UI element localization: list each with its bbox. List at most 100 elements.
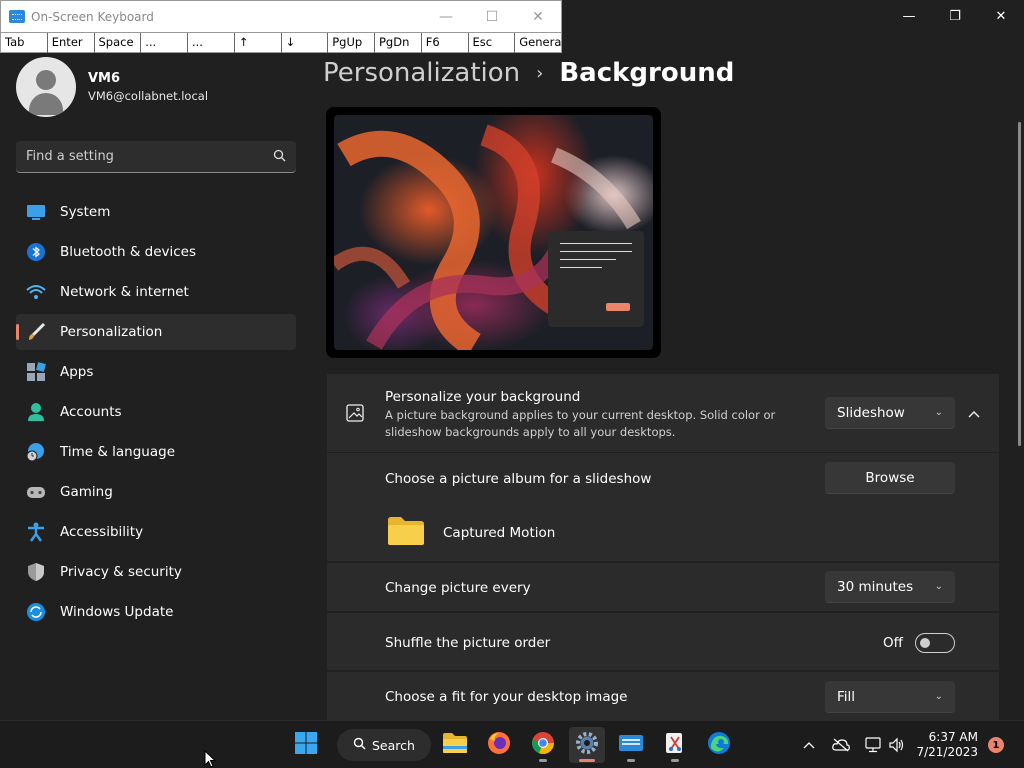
search-icon[interactable] bbox=[273, 147, 286, 166]
apps-icon bbox=[26, 362, 46, 382]
on-screen-keyboard-window: On-Screen Keyboard — ☐ ✕ Tab Enter Space… bbox=[0, 0, 562, 53]
sidebar-item-label: Time & language bbox=[60, 444, 176, 460]
search-input[interactable] bbox=[26, 149, 273, 164]
minimize-button[interactable]: — bbox=[886, 0, 932, 32]
osk-key-f6[interactable]: F6 bbox=[422, 33, 469, 53]
mouse-cursor-icon bbox=[204, 749, 217, 768]
personalize-background-card: Personalize your background A picture ba… bbox=[327, 374, 999, 452]
chrome-button[interactable] bbox=[525, 727, 561, 763]
profile-name: VM6 bbox=[88, 71, 121, 86]
user-profile[interactable]: VM6 VM6@collabnet.local bbox=[16, 57, 208, 117]
dropdown-value: Fill bbox=[837, 688, 856, 705]
sidebar-item-label: Apps bbox=[60, 364, 94, 380]
sidebar-item-network[interactable]: Network & internet bbox=[16, 274, 296, 310]
osk-key-prediction-2[interactable]: ... bbox=[188, 33, 235, 53]
cloud-offline-icon[interactable] bbox=[830, 721, 852, 768]
dropdown-value: Slideshow bbox=[837, 404, 905, 421]
slideshow-album-card: Choose a picture album for a slideshow B… bbox=[327, 453, 999, 561]
close-button[interactable]: ✕ bbox=[978, 0, 1024, 32]
browse-button[interactable]: Browse bbox=[825, 462, 955, 494]
sidebar-item-accounts[interactable]: Accounts bbox=[16, 394, 296, 430]
breadcrumb-parent[interactable]: Personalization bbox=[323, 58, 520, 88]
chevron-up-icon[interactable] bbox=[798, 721, 820, 768]
desktop-fit-card: Choose a fit for your desktop image Fill… bbox=[327, 672, 999, 720]
fit-label: Choose a fit for your desktop image bbox=[385, 689, 628, 705]
osk-key-pgdn[interactable]: PgDn bbox=[375, 33, 422, 53]
osk-maximize-button[interactable]: ☐ bbox=[469, 9, 515, 25]
sidebar-item-apps[interactable]: Apps bbox=[16, 354, 296, 390]
chevron-up-icon[interactable] bbox=[967, 404, 981, 423]
restore-button[interactable]: ❐ bbox=[932, 0, 978, 32]
settings-app-button[interactable] bbox=[569, 727, 605, 763]
profile-email: VM6@collabnet.local bbox=[88, 89, 209, 103]
gamepad-icon bbox=[26, 482, 46, 502]
sidebar-item-label: Windows Update bbox=[60, 604, 174, 620]
osk-key-down[interactable]: ↓ bbox=[282, 33, 329, 53]
monitor-icon bbox=[26, 202, 46, 222]
taskbar: Search 6:37 AM 7/21/2023 1 bbox=[0, 720, 1024, 768]
sidebar-item-gaming[interactable]: Gaming bbox=[16, 474, 296, 510]
person-icon bbox=[26, 402, 46, 422]
shuffle-label: Shuffle the picture order bbox=[385, 635, 551, 651]
fit-dropdown[interactable]: Fill ⌄ bbox=[825, 681, 955, 713]
sidebar-item-label: Privacy & security bbox=[60, 564, 182, 580]
scrollbar[interactable] bbox=[1018, 122, 1021, 446]
background-type-dropdown[interactable]: Slideshow ⌄ bbox=[825, 397, 955, 429]
osk-key-prediction-1[interactable]: ... bbox=[141, 33, 188, 53]
sidebar-item-label: Network & internet bbox=[60, 284, 189, 300]
sidebar-item-privacy-security[interactable]: Privacy & security bbox=[16, 554, 296, 590]
album-folder-name: Captured Motion bbox=[443, 525, 556, 541]
notification-badge[interactable]: 1 bbox=[988, 737, 1004, 753]
image-icon bbox=[346, 404, 364, 426]
interval-dropdown[interactable]: 30 minutes ⌄ bbox=[825, 571, 955, 603]
background-title: Personalize your background bbox=[385, 389, 581, 405]
preview-window-mockup bbox=[548, 231, 644, 327]
taskbar-search[interactable]: Search bbox=[337, 729, 431, 761]
firefox-button[interactable] bbox=[481, 727, 517, 763]
sidebar-item-system[interactable]: System bbox=[16, 194, 296, 230]
edge-button[interactable] bbox=[701, 727, 737, 763]
network-icon[interactable] bbox=[862, 721, 884, 768]
snipping-tool-button[interactable] bbox=[657, 727, 693, 763]
taskbar-clock[interactable]: 6:37 AM 7/21/2023 bbox=[912, 730, 978, 760]
osk-key-up[interactable]: ↑ bbox=[235, 33, 282, 53]
accessibility-icon bbox=[26, 522, 46, 542]
sidebar-item-label: System bbox=[60, 204, 111, 220]
folder-icon bbox=[387, 516, 425, 550]
osk-minimize-button[interactable]: — bbox=[423, 9, 469, 25]
dropdown-value: 30 minutes bbox=[837, 578, 914, 595]
folder-icon bbox=[442, 732, 468, 758]
desktop-preview bbox=[326, 107, 661, 358]
clock-time: 6:37 AM bbox=[928, 730, 978, 744]
chevron-down-icon: ⌄ bbox=[934, 407, 943, 418]
sidebar-item-time-language[interactable]: Time & language bbox=[16, 434, 296, 470]
osk-key-pgup[interactable]: PgUp bbox=[328, 33, 375, 53]
osk-titlebar[interactable]: On-Screen Keyboard — ☐ ✕ bbox=[1, 1, 561, 32]
shuffle-toggle[interactable] bbox=[915, 633, 955, 653]
settings-search-box[interactable] bbox=[16, 141, 296, 173]
change-interval-card: Change picture every 30 minutes ⌄ bbox=[327, 563, 999, 611]
sidebar-item-accessibility[interactable]: Accessibility bbox=[16, 514, 296, 550]
chrome-icon bbox=[531, 731, 555, 759]
sidebar-item-personalization[interactable]: Personalization bbox=[16, 314, 296, 350]
gear-icon bbox=[575, 731, 599, 759]
on-screen-keyboard-taskbar-button[interactable] bbox=[613, 727, 649, 763]
osk-key-space[interactable]: Space bbox=[95, 33, 142, 53]
osk-close-button[interactable]: ✕ bbox=[515, 9, 561, 25]
globe-clock-icon bbox=[26, 442, 46, 462]
start-button[interactable] bbox=[288, 727, 324, 763]
osk-key-tab[interactable]: Tab bbox=[1, 33, 48, 53]
sidebar-item-windows-update[interactable]: Windows Update bbox=[16, 594, 296, 630]
background-description: A picture background applies to your cur… bbox=[385, 408, 776, 439]
sidebar-item-label: Accessibility bbox=[60, 524, 144, 540]
sidebar-item-bluetooth[interactable]: Bluetooth & devices bbox=[16, 234, 296, 270]
search-icon bbox=[353, 737, 366, 753]
snipping-tool-icon bbox=[663, 731, 687, 759]
shield-icon bbox=[26, 562, 46, 582]
osk-key-enter[interactable]: Enter bbox=[48, 33, 95, 53]
shuffle-state: Off bbox=[883, 635, 903, 651]
osk-key-general[interactable]: General bbox=[515, 33, 561, 53]
volume-icon[interactable] bbox=[886, 721, 908, 768]
file-explorer-button[interactable] bbox=[437, 727, 473, 763]
osk-key-esc[interactable]: Esc bbox=[469, 33, 516, 53]
